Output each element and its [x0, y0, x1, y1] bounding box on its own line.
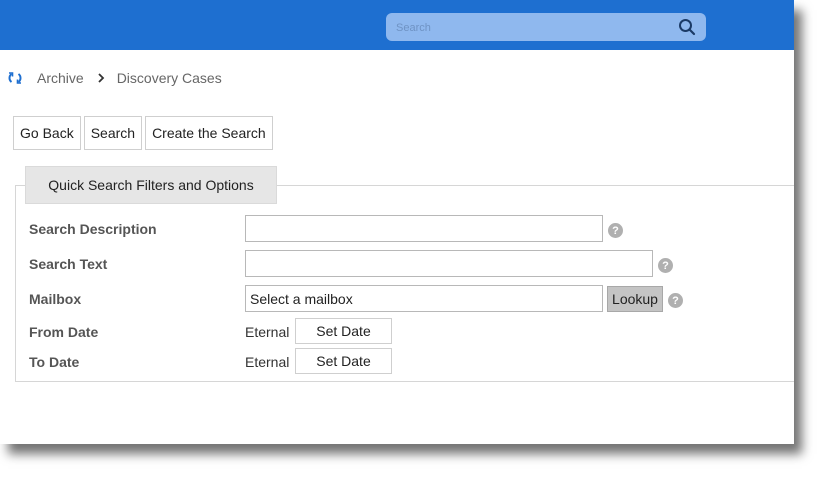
- mailbox-input[interactable]: [245, 285, 603, 312]
- refresh-icon[interactable]: [8, 71, 22, 85]
- go-back-button[interactable]: Go Back: [13, 116, 81, 150]
- search-text-label: Search Text: [29, 256, 108, 272]
- from-set-date-button[interactable]: Set Date: [295, 318, 392, 344]
- breadcrumb-item-archive[interactable]: Archive: [37, 70, 84, 86]
- breadcrumb: Archive Discovery Cases: [8, 68, 222, 88]
- top-bar: [0, 0, 794, 50]
- to-date-label: To Date: [29, 354, 80, 370]
- help-icon[interactable]: ?: [608, 223, 623, 238]
- to-date-value: Eternal: [245, 354, 290, 370]
- help-icon[interactable]: ?: [658, 258, 673, 273]
- breadcrumb-item-discovery-cases: Discovery Cases: [116, 70, 222, 86]
- help-icon[interactable]: ?: [668, 293, 683, 308]
- create-search-button[interactable]: Create the Search: [145, 116, 273, 150]
- search-icon[interactable]: [678, 18, 696, 36]
- chevron-right-icon: [98, 73, 104, 83]
- mailbox-label: Mailbox: [29, 291, 82, 307]
- search-description-input[interactable]: [245, 215, 603, 242]
- panel-title-tab[interactable]: Quick Search Filters and Options: [25, 166, 277, 204]
- to-set-date-button[interactable]: Set Date: [295, 348, 392, 374]
- lookup-button[interactable]: Lookup: [607, 286, 663, 312]
- search-description-label: Search Description: [29, 221, 157, 237]
- global-search-box[interactable]: [386, 13, 706, 41]
- app-window: Archive Discovery Cases Go Back Search C…: [0, 0, 794, 444]
- global-search-input[interactable]: [394, 17, 668, 39]
- search-text-input[interactable]: [245, 250, 653, 277]
- from-date-value: Eternal: [245, 324, 290, 340]
- from-date-label: From Date: [29, 324, 99, 340]
- toolbar: Go Back Search Create the Search: [13, 116, 276, 150]
- search-button[interactable]: Search: [83, 116, 143, 150]
